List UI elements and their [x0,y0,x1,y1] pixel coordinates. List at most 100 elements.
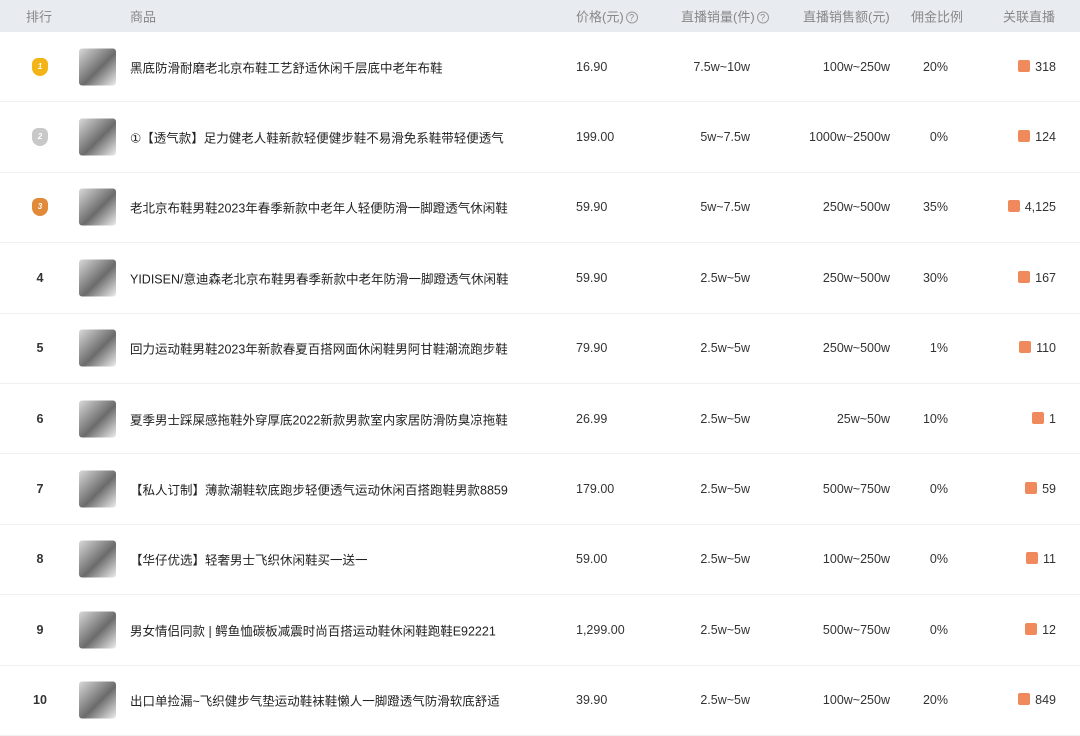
table-header: 排行 商品 价格(元)? 直播销量(件)? 直播销售额(元) 佣金比例 关联直播 [0,0,1080,32]
sales-amount: 500w~750w [823,623,890,637]
commission-rate: 0% [930,482,948,496]
rank-number: 4 [30,271,50,285]
live-icon [1008,200,1020,212]
rank-number: 7 [30,482,50,496]
product-name[interactable]: YIDISEN/意迪森老北京布鞋男春季新款中老年防滑一脚蹬透气休闲鞋 [130,268,509,287]
help-icon[interactable]: ? [757,12,769,24]
commission-rate: 20% [923,693,948,707]
price: 1,299.00 [576,623,625,637]
sales-amount: 250w~500w [823,200,890,214]
product-name[interactable]: 老北京布鞋男鞋2023年春季新款中老年人轻便防滑一脚蹬透气休闲鞋 [130,198,508,217]
commission-rate: 0% [930,552,948,566]
table-row[interactable]: 10 出口单捡漏~飞织健步气垫运动鞋袜鞋懒人一脚蹬透气防滑软底舒适 39.90 … [0,666,1080,736]
sales-volume: 2.5w~5w [700,552,750,566]
price: 179.00 [576,482,614,496]
price: 16.90 [576,60,607,74]
header-live[interactable]: 关联直播 [1003,7,1055,26]
table-row[interactable]: 4 YIDISEN/意迪森老北京布鞋男春季新款中老年防滑一脚蹬透气休闲鞋 59.… [0,243,1080,313]
table-row[interactable]: 1 黑底防滑耐磨老北京布鞋工艺舒适休闲千层底中老年布鞋 16.90 7.5w~1… [0,32,1080,102]
product-name[interactable]: 男女情侣同款 | 鳄鱼恤碳板减震时尚百搭运动鞋休闲鞋跑鞋E92221 [130,620,496,639]
product-thumbnail[interactable] [79,48,116,85]
related-live[interactable]: 849 [1018,693,1056,707]
commission-rate: 20% [923,60,948,74]
live-icon [1026,552,1038,564]
header-price[interactable]: 价格(元)? [576,7,638,26]
related-live[interactable]: 167 [1018,271,1056,285]
header-rate[interactable]: 佣金比例 [911,7,963,26]
product-name[interactable]: 回力运动鞋男鞋2023年新款春夏百搭网面休闲鞋男阿甘鞋潮流跑步鞋 [130,339,508,358]
commission-rate: 0% [930,623,948,637]
product-thumbnail[interactable] [79,400,116,437]
product-thumbnail[interactable] [79,611,116,648]
related-live[interactable]: 1 [1032,412,1056,426]
product-name[interactable]: ①【透气款】足力健老人鞋新款轻便健步鞋不易滑免系鞋带轻便透气 [130,128,504,147]
product-name[interactable]: 黑底防滑耐磨老北京布鞋工艺舒适休闲千层底中老年布鞋 [130,57,443,76]
header-product: 商品 [130,7,156,26]
product-name[interactable]: 【华仔优选】轻奢男士飞织休闲鞋买一送一 [130,550,368,569]
sales-volume: 2.5w~5w [700,271,750,285]
rank-medal-icon: 2 [30,128,50,146]
sales-amount: 500w~750w [823,482,890,496]
sales-volume: 2.5w~5w [700,341,750,355]
live-icon [1025,482,1037,494]
product-name[interactable]: 【私人订制】薄款潮鞋软底跑步轻便透气运动休闲百搭跑鞋男款8859 [130,480,508,499]
sales-amount: 1000w~2500w [809,130,890,144]
related-live[interactable]: 318 [1018,60,1056,74]
live-icon [1019,341,1031,353]
table-row[interactable]: 2 ①【透气款】足力健老人鞋新款轻便健步鞋不易滑免系鞋带轻便透气 199.00 … [0,102,1080,172]
price: 59.90 [576,271,607,285]
related-live[interactable]: 11 [1026,552,1056,566]
product-name[interactable]: 出口单捡漏~飞织健步气垫运动鞋袜鞋懒人一脚蹬透气防滑软底舒适 [130,691,500,710]
table-row[interactable]: 8 【华仔优选】轻奢男士飞织休闲鞋买一送一 59.00 2.5w~5w 100w… [0,525,1080,595]
rank-number: 9 [30,623,50,637]
sales-amount: 250w~500w [823,271,890,285]
product-thumbnail[interactable] [79,259,116,296]
table-row[interactable]: 6 夏季男士踩屎感拖鞋外穿厚底2022新款男款室内家居防滑防臭凉拖鞋 26.99… [0,384,1080,454]
sales-volume: 2.5w~5w [700,693,750,707]
related-live[interactable]: 4,125 [1008,200,1056,214]
product-thumbnail[interactable] [79,682,116,719]
product-thumbnail[interactable] [79,541,116,578]
sales-amount: 25w~50w [837,412,890,426]
help-icon[interactable]: ? [626,12,638,24]
rank-medal-icon: 1 [30,58,50,76]
live-icon [1018,60,1030,72]
related-live[interactable]: 12 [1025,623,1056,637]
sales-amount: 100w~250w [823,693,890,707]
table-row[interactable]: 5 回力运动鞋男鞋2023年新款春夏百搭网面休闲鞋男阿甘鞋潮流跑步鞋 79.90… [0,314,1080,384]
commission-rate: 10% [923,412,948,426]
sales-volume: 5w~7.5w [700,200,750,214]
header-amount[interactable]: 直播销售额(元) [803,7,890,26]
table-row[interactable]: 9 男女情侣同款 | 鳄鱼恤碳板减震时尚百搭运动鞋休闲鞋跑鞋E92221 1,2… [0,595,1080,665]
price: 39.90 [576,693,607,707]
table-row[interactable]: 3 老北京布鞋男鞋2023年春季新款中老年人轻便防滑一脚蹬透气休闲鞋 59.90… [0,173,1080,243]
price: 79.90 [576,341,607,355]
related-live[interactable]: 59 [1025,482,1056,496]
commission-rate: 35% [923,200,948,214]
live-icon [1018,693,1030,705]
product-name[interactable]: 夏季男士踩屎感拖鞋外穿厚底2022新款男款室内家居防滑防臭凉拖鞋 [130,409,508,428]
rank-medal-icon: 3 [30,198,50,216]
product-thumbnail[interactable] [79,119,116,156]
sales-volume: 2.5w~5w [700,623,750,637]
related-live[interactable]: 124 [1018,130,1056,144]
commission-rate: 30% [923,271,948,285]
price: 59.90 [576,200,607,214]
product-thumbnail[interactable] [79,189,116,226]
live-icon [1018,271,1030,283]
ranking-table-body: 1 黑底防滑耐磨老北京布鞋工艺舒适休闲千层底中老年布鞋 16.90 7.5w~1… [0,32,1080,736]
rank-number: 8 [30,552,50,566]
table-row[interactable]: 7 【私人订制】薄款潮鞋软底跑步轻便透气运动休闲百搭跑鞋男款8859 179.0… [0,454,1080,524]
rank-number: 6 [30,412,50,426]
header-volume[interactable]: 直播销量(件)? [681,7,769,26]
related-live[interactable]: 110 [1019,341,1056,355]
sales-amount: 100w~250w [823,60,890,74]
sales-amount: 250w~500w [823,341,890,355]
rank-number: 10 [30,693,50,707]
commission-rate: 0% [930,130,948,144]
product-thumbnail[interactable] [79,330,116,367]
header-rank: 排行 [26,7,52,26]
live-icon [1025,623,1037,635]
sales-amount: 100w~250w [823,552,890,566]
product-thumbnail[interactable] [79,471,116,508]
